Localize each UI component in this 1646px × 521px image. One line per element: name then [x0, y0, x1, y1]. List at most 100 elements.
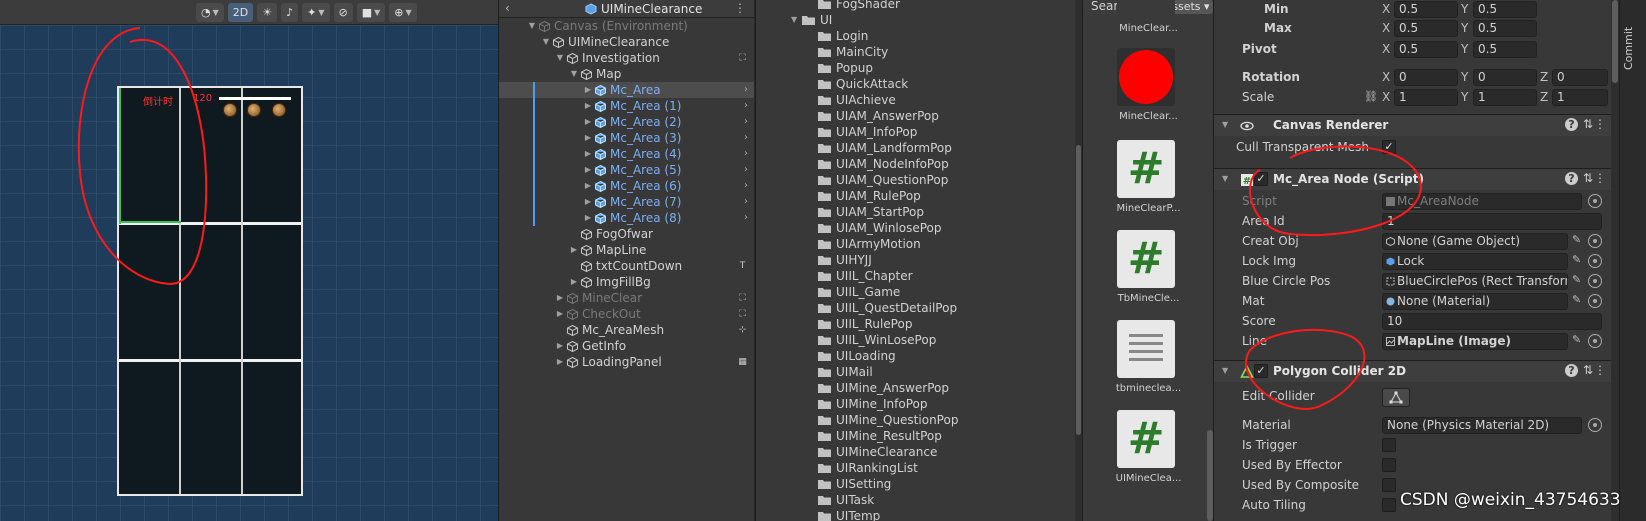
- commit-tab[interactable]: Commit: [1622, 27, 1635, 70]
- hierarchy-row[interactable]: ▶ Mc_Area (1) ›: [499, 98, 754, 114]
- scene-view[interactable]: ◔ ▼ 2D ☀ ♪ ✦ ▼ ⊘ ■ ▼ ⊕ ▼ 倒计时 120: [0, 0, 498, 521]
- folder-row[interactable]: UILoading: [756, 348, 1078, 364]
- pencil-icon[interactable]: ✎: [1572, 293, 1581, 306]
- expand-down-icon[interactable]: ▼: [555, 50, 565, 66]
- hierarchy-row[interactable]: Mc_AreaMesh ⊹: [499, 322, 754, 338]
- folder-row[interactable]: UIIL_QuestDetailPop: [756, 300, 1078, 316]
- blue-circle-pos-field[interactable]: BlueCirclePos (Rect Transform): [1382, 273, 1568, 290]
- folder-row[interactable]: ▼ UI: [756, 12, 1078, 28]
- folder-row[interactable]: Popup: [756, 60, 1078, 76]
- expand-right-icon[interactable]: ▶: [569, 242, 579, 258]
- canvas-renderer-header[interactable]: ▼ Canvas Renderer ? ⇅ ⋮: [1214, 114, 1611, 136]
- hierarchy-row[interactable]: ▼ Map: [499, 66, 754, 82]
- scale-x-field[interactable]: 1: [1394, 89, 1458, 106]
- folder-row[interactable]: UIAM_RulePop: [756, 188, 1078, 204]
- folder-row[interactable]: UIAchieve: [756, 92, 1078, 108]
- hierarchy-row[interactable]: ▼ Canvas (Environment): [499, 18, 754, 34]
- pencil-icon[interactable]: ✎: [1572, 273, 1581, 286]
- folder-row[interactable]: QuickAttack: [756, 76, 1078, 92]
- preset-icon[interactable]: ⇅: [1583, 171, 1593, 185]
- help-icon[interactable]: ?: [1565, 172, 1578, 185]
- shading-mode-button[interactable]: ◔ ▼: [196, 2, 224, 22]
- folder-row[interactable]: UIAM_NodeInfoPop: [756, 156, 1078, 172]
- chevron-right-icon[interactable]: ›: [744, 130, 748, 146]
- collider-material-field[interactable]: None (Physics Material 2D): [1382, 417, 1582, 434]
- polygon-collider-header[interactable]: ▼ ✓ Polygon Collider 2D ? ⇅ ⋮: [1214, 360, 1611, 382]
- mc-area-node-header[interactable]: ▼ # ✓ Mc_Area Node (Script) ? ⇅ ⋮: [1214, 168, 1611, 190]
- pencil-icon[interactable]: ✎: [1572, 233, 1581, 246]
- hierarchy-row[interactable]: ▶ CheckOut ⛶: [499, 306, 754, 322]
- fold-arrow-icon[interactable]: ▼: [1222, 366, 1228, 375]
- preset-icon[interactable]: ⇅: [1583, 363, 1593, 377]
- chevron-right-icon[interactable]: ›: [744, 194, 748, 210]
- fold-arrow-icon[interactable]: ▼: [1222, 174, 1228, 183]
- cull-transparent-checkbox[interactable]: ✓: [1382, 140, 1396, 154]
- folder-row[interactable]: MainCity: [756, 44, 1078, 60]
- scale-y-field[interactable]: 1: [1473, 89, 1537, 106]
- chevron-right-icon[interactable]: ›: [744, 210, 748, 226]
- pencil-icon[interactable]: ✎: [1572, 333, 1581, 346]
- anchor-max-x-field[interactable]: 0.5: [1394, 20, 1458, 37]
- score-field[interactable]: 10: [1382, 313, 1602, 330]
- folder-row[interactable]: UIAM_StartPop: [756, 204, 1078, 220]
- object-picker-icon[interactable]: [1588, 274, 1602, 288]
- hierarchy-row[interactable]: ▶ MineClear ⛶: [499, 290, 754, 306]
- component-menu-icon[interactable]: ⋮: [1594, 171, 1606, 185]
- hierarchy-row[interactable]: ▶ GetInfo: [499, 338, 754, 354]
- chevron-right-icon[interactable]: ›: [744, 146, 748, 162]
- component-enabled-checkbox[interactable]: ✓: [1254, 364, 1268, 378]
- auto-tiling-checkbox[interactable]: [1382, 498, 1396, 512]
- expand-right-icon[interactable]: ▶: [583, 162, 593, 178]
- rotation-z-field[interactable]: 0: [1552, 69, 1608, 86]
- anchor-min-x-field[interactable]: 0.5: [1394, 1, 1458, 18]
- commit-sidebar[interactable]: Commit: [1619, 0, 1646, 521]
- folder-row[interactable]: UIIL_WinLosePop: [756, 332, 1078, 348]
- hierarchy-row[interactable]: ▼ UIMineClearance: [499, 34, 754, 50]
- help-icon[interactable]: ?: [1565, 364, 1578, 377]
- chevron-right-icon[interactable]: ›: [744, 162, 748, 178]
- scrollbar-thumb[interactable]: [1076, 145, 1081, 435]
- expand-down-icon[interactable]: ▼: [791, 12, 797, 28]
- expand-right-icon[interactable]: ▶: [555, 354, 565, 370]
- camera-button[interactable]: ■ ▼: [356, 2, 386, 22]
- folder-row[interactable]: FogShader: [756, 0, 1078, 12]
- folder-row[interactable]: UIArmyMotion: [756, 236, 1078, 252]
- folder-row[interactable]: UIAM_AnswerPop: [756, 108, 1078, 124]
- hierarchy-row[interactable]: ▶ Mc_Area (3) ›: [499, 130, 754, 146]
- scrollbar-thumb[interactable]: [1612, 0, 1618, 83]
- folder-row[interactable]: UIMail: [756, 364, 1078, 380]
- object-picker-icon[interactable]: [1588, 294, 1602, 308]
- hierarchy-row[interactable]: FogOfwar: [499, 226, 754, 242]
- folder-row[interactable]: UIIL_Game: [756, 284, 1078, 300]
- folder-row[interactable]: UIIL_RulePop: [756, 316, 1078, 332]
- expand-right-icon[interactable]: ▶: [555, 338, 565, 354]
- lock-img-field[interactable]: Lock: [1382, 253, 1568, 270]
- folder-row[interactable]: UIMine_ResultPop: [756, 428, 1078, 444]
- rotation-y-field[interactable]: 0: [1473, 69, 1537, 86]
- expand-right-icon[interactable]: ▶: [555, 306, 565, 322]
- expand-right-icon[interactable]: ▶: [583, 114, 593, 130]
- expand-right-icon[interactable]: ▶: [583, 210, 593, 226]
- hierarchy-row[interactable]: ▼ Investigation ⛶: [499, 50, 754, 66]
- game-canvas-preview[interactable]: 倒计时 120: [117, 86, 303, 496]
- folder-row[interactable]: UIMine_AnswerPop: [756, 380, 1078, 396]
- expand-right-icon[interactable]: ▶: [569, 274, 579, 290]
- is-trigger-checkbox[interactable]: [1382, 438, 1396, 452]
- edit-collider-button[interactable]: [1382, 388, 1410, 407]
- hierarchy-row[interactable]: ▶ Mc_Area (4) ›: [499, 146, 754, 162]
- folder-row[interactable]: UIMineClearance: [756, 444, 1078, 460]
- folder-row[interactable]: UIAM_WinlosePop: [756, 220, 1078, 236]
- menu-icon[interactable]: ⋮: [734, 1, 746, 15]
- light-toggle-button[interactable]: ☀: [257, 2, 278, 22]
- folder-scrollbar[interactable]: [1075, 0, 1082, 521]
- hierarchy-row[interactable]: ▶ Mc_Area (8) ›: [499, 210, 754, 226]
- back-icon[interactable]: ‹: [505, 1, 510, 15]
- fold-arrow-icon[interactable]: ▼: [1222, 120, 1228, 129]
- component-enabled-checkbox[interactable]: ✓: [1254, 172, 1268, 186]
- gizmos-button[interactable]: ⊕ ▼: [389, 2, 417, 22]
- expand-right-icon[interactable]: ▶: [583, 178, 593, 194]
- chevron-right-icon[interactable]: ›: [744, 98, 748, 114]
- folder-row[interactable]: UIRankingList: [756, 460, 1078, 476]
- object-picker-icon[interactable]: [1588, 418, 1602, 432]
- used-by-effector-checkbox[interactable]: [1382, 458, 1396, 472]
